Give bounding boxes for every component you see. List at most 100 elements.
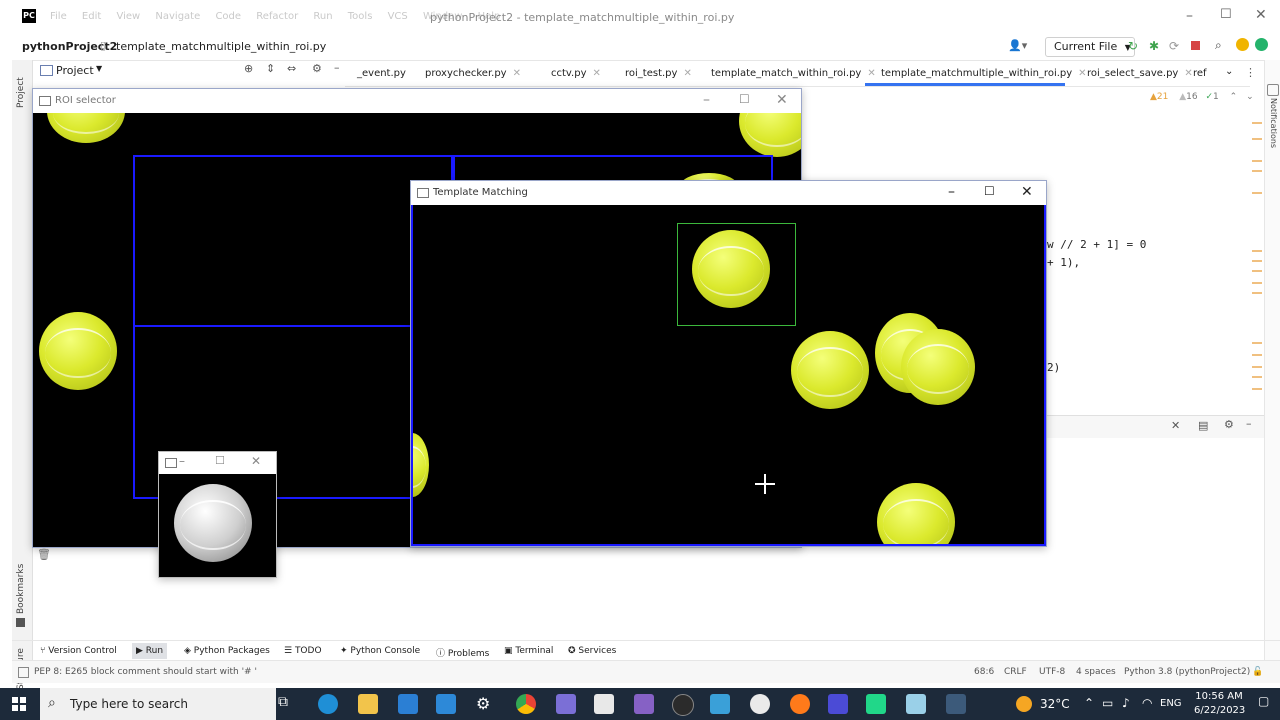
chevron-down-icon[interactable]: ⌄ bbox=[1225, 66, 1233, 77]
rerun-icon[interactable]: ↻ bbox=[1128, 39, 1138, 53]
close-icon[interactable]: ✕ bbox=[1184, 68, 1192, 79]
minimize-icon[interactable]: – bbox=[1186, 8, 1193, 24]
tool-terminal[interactable]: ▣ Terminal bbox=[504, 646, 553, 656]
close-icon[interactable]: ✕ bbox=[1171, 419, 1180, 432]
menu-view[interactable]: View bbox=[116, 11, 140, 22]
menu-navigate[interactable]: Navigate bbox=[155, 11, 200, 22]
task-view-icon[interactable]: ⧉ bbox=[278, 694, 298, 714]
scroll-marker[interactable] bbox=[1252, 388, 1262, 390]
scroll-marker[interactable] bbox=[1252, 366, 1262, 368]
minimize-icon[interactable]: – bbox=[948, 184, 955, 200]
tab-template-match-within-roi[interactable]: template_match_within_roi.py ✕ bbox=[711, 68, 876, 79]
store-icon[interactable] bbox=[398, 694, 418, 714]
trash-icon[interactable]: 🗑 bbox=[37, 548, 51, 561]
plugin-icon[interactable] bbox=[1255, 38, 1268, 51]
maximize-icon[interactable]: ☐ bbox=[1220, 7, 1232, 22]
template-preview-window[interactable]: – ☐ ✕ bbox=[158, 451, 277, 578]
minimize-icon[interactable]: – bbox=[703, 92, 710, 108]
python-interpreter[interactable]: Python 3.8 (pythonProject2) bbox=[1124, 667, 1250, 677]
input-language[interactable]: ENG bbox=[1160, 698, 1182, 709]
layout-icon[interactable] bbox=[18, 667, 29, 678]
code-line[interactable]: w // 2 + 1] = 0 bbox=[1047, 238, 1146, 251]
chevron-up-icon[interactable]: ⌃ bbox=[1084, 696, 1094, 710]
menu-file[interactable]: File bbox=[50, 11, 67, 22]
taskbar-search-box[interactable]: ⌕ Type here to search bbox=[40, 688, 276, 720]
close-icon[interactable]: ✕ bbox=[1078, 68, 1086, 79]
tab-template-matchmultiple-within-roi[interactable]: template_matchmultiple_within_roi.py ✕ bbox=[881, 68, 1087, 79]
matching-window-titlebar[interactable]: Template Matching – ☐ ✕ bbox=[411, 181, 1046, 205]
remote-desktop-icon[interactable] bbox=[710, 694, 730, 714]
inspection-widget[interactable]: ▲21 ▲16 ✓1 ⌃ ⌄ bbox=[1150, 92, 1254, 102]
tab-event[interactable]: _event.py bbox=[357, 68, 406, 79]
notifications-tool-button[interactable]: Notifications bbox=[1269, 98, 1278, 148]
roi-window-titlebar[interactable]: ROI selector – ☐ ✕ bbox=[33, 89, 801, 113]
tab-ref[interactable]: ref bbox=[1193, 68, 1207, 79]
hide-icon[interactable]: – bbox=[334, 61, 340, 74]
expand-all-icon[interactable]: ⇕ bbox=[266, 62, 275, 75]
firefox-icon[interactable] bbox=[790, 694, 810, 714]
debug-icon[interactable]: ✱ bbox=[1149, 39, 1159, 53]
code-line[interactable]: + 1), bbox=[1047, 256, 1080, 269]
menu-refactor[interactable]: Refactor bbox=[256, 11, 298, 22]
maximize-icon[interactable]: ☐ bbox=[739, 92, 750, 106]
file-explorer-icon[interactable] bbox=[358, 694, 378, 714]
app-icon[interactable] bbox=[828, 694, 848, 714]
tool-python-packages[interactable]: ◈ Python Packages bbox=[184, 646, 270, 656]
user-icon[interactable]: 👤▾ bbox=[1008, 39, 1027, 52]
pycharm-icon[interactable] bbox=[866, 694, 886, 714]
scroll-marker[interactable] bbox=[1252, 292, 1262, 294]
chevron-up-icon[interactable]: ⌃ bbox=[1230, 92, 1238, 102]
minimize-icon[interactable]: – bbox=[179, 454, 185, 468]
scroll-marker[interactable] bbox=[1252, 138, 1262, 140]
tab-cctv[interactable]: cctv.py ✕ bbox=[551, 68, 601, 79]
app-icon[interactable] bbox=[906, 694, 926, 714]
run-config-select[interactable]: Current File ▼ bbox=[1045, 37, 1135, 57]
bell-icon[interactable] bbox=[1267, 84, 1279, 96]
bookmarks-tool-button[interactable]: Bookmarks bbox=[16, 564, 26, 614]
chrome-icon[interactable] bbox=[516, 694, 536, 714]
scroll-marker[interactable] bbox=[1252, 354, 1262, 356]
windows-start-icon[interactable] bbox=[12, 697, 26, 711]
close-icon[interactable]: ✕ bbox=[593, 68, 601, 79]
system-date[interactable]: 6/22/2023 bbox=[1194, 705, 1245, 716]
chevron-down-icon[interactable]: ⌄ bbox=[1246, 92, 1254, 102]
hide-icon[interactable]: – bbox=[1246, 417, 1252, 430]
weather-temp[interactable]: 32°C bbox=[1040, 697, 1070, 711]
python-icon[interactable] bbox=[946, 694, 966, 714]
volume-icon[interactable]: ♪ bbox=[1122, 696, 1130, 710]
status-message[interactable]: PEP 8: E265 block comment should start w… bbox=[34, 667, 257, 677]
roi-rectangle[interactable] bbox=[133, 155, 455, 499]
update-icon[interactable] bbox=[1236, 38, 1249, 51]
lock-icon[interactable]: 🔓 bbox=[1252, 667, 1263, 677]
coverage-icon[interactable]: ⟳ bbox=[1169, 39, 1179, 53]
scroll-marker[interactable] bbox=[1252, 282, 1262, 284]
settings-gear-icon[interactable]: ⚙ bbox=[476, 694, 496, 714]
scroll-marker[interactable] bbox=[1252, 160, 1262, 162]
tool-run[interactable]: ▶ Run bbox=[132, 643, 168, 659]
close-icon[interactable]: ✕ bbox=[1021, 184, 1033, 200]
bookmark-icon[interactable] bbox=[16, 618, 25, 627]
locate-icon[interactable]: ⊕ bbox=[244, 62, 253, 75]
project-panel-title[interactable]: Project bbox=[56, 64, 94, 77]
layout-icon[interactable]: ▤ bbox=[1198, 419, 1208, 432]
scroll-marker[interactable] bbox=[1252, 122, 1262, 124]
tab-roi-test[interactable]: roi_test.py ✕ bbox=[625, 68, 692, 79]
chevron-down-icon[interactable]: ▼ bbox=[96, 64, 102, 73]
mail-icon[interactable] bbox=[436, 694, 456, 714]
maximize-icon[interactable]: ☐ bbox=[984, 184, 995, 198]
scroll-marker[interactable] bbox=[1252, 270, 1262, 272]
battery-icon[interactable]: ▭ bbox=[1102, 696, 1113, 710]
template-window-titlebar[interactable]: – ☐ ✕ bbox=[159, 452, 276, 474]
project-tool-button[interactable]: Project bbox=[16, 77, 26, 108]
close-icon[interactable]: ✕ bbox=[683, 68, 691, 79]
close-icon[interactable]: ✕ bbox=[513, 68, 521, 79]
menu-vcs[interactable]: VCS bbox=[388, 11, 408, 22]
weather-sun-icon[interactable] bbox=[1016, 696, 1032, 712]
tool-problems[interactable]: ⓘ Problems bbox=[436, 646, 489, 659]
tool-version-control[interactable]: ⑂ Version Control bbox=[40, 646, 117, 656]
search-icon[interactable]: ⌕ bbox=[1215, 38, 1222, 53]
menu-edit[interactable]: Edit bbox=[82, 11, 101, 22]
tool-services[interactable]: ✪ Services bbox=[568, 646, 616, 656]
gear-icon[interactable]: ⚙ bbox=[312, 62, 322, 75]
wifi-icon[interactable]: ◠ bbox=[1142, 696, 1152, 710]
